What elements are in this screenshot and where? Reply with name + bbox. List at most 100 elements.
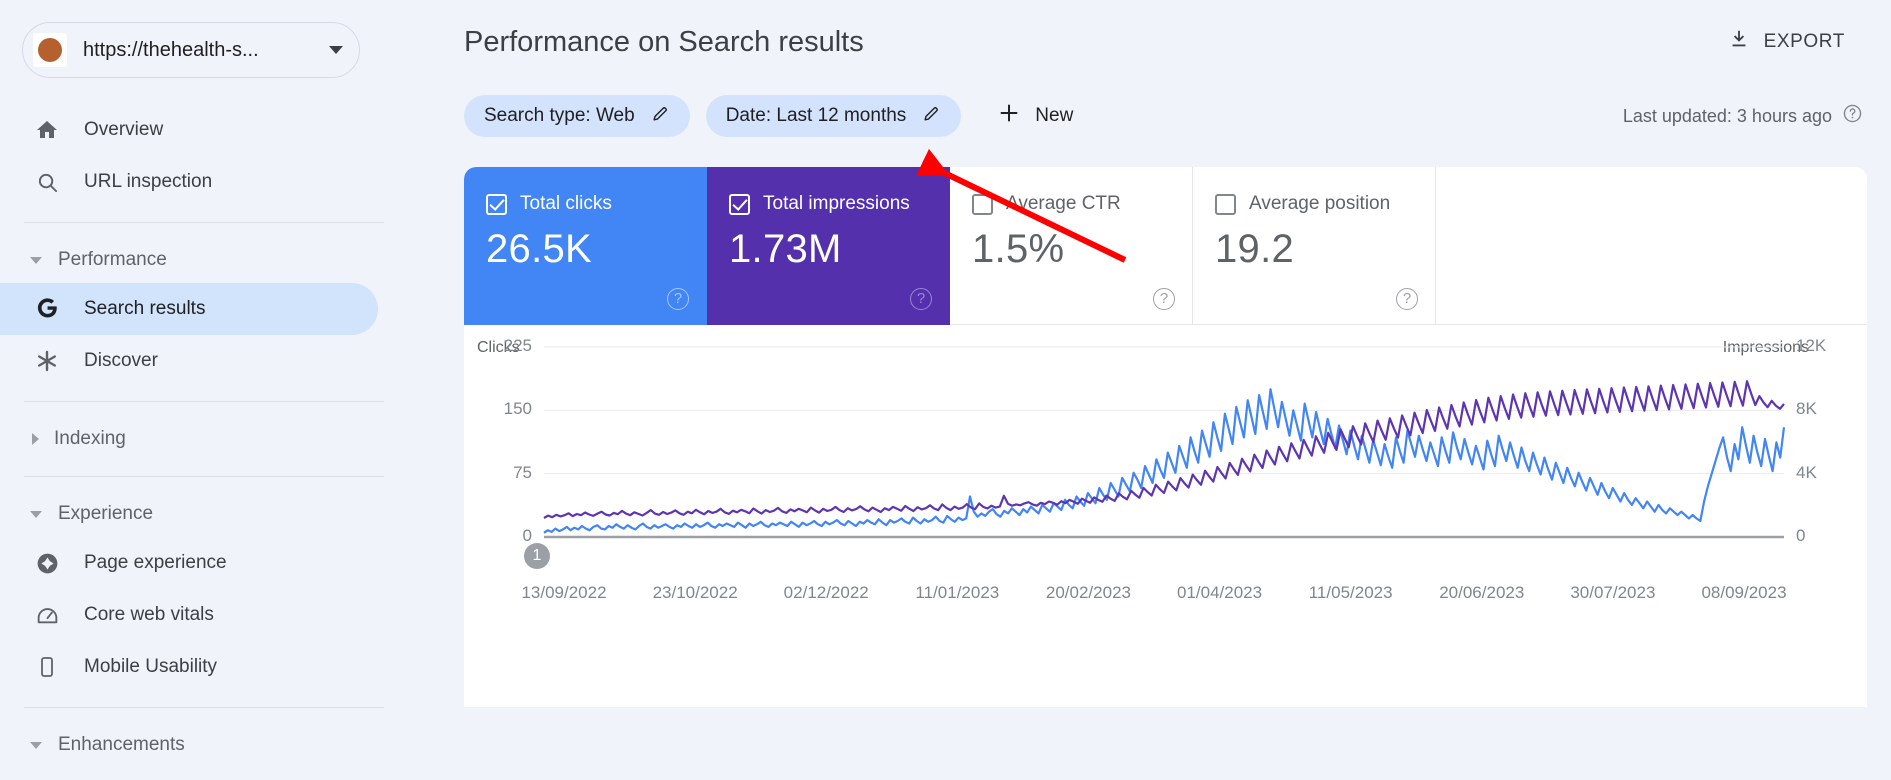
last-updated-label: Last updated: 3 hours ago <box>1622 105 1832 126</box>
page-title: Performance on Search results <box>464 25 864 58</box>
pencil-icon[interactable] <box>651 104 670 129</box>
sidebar-item-page-experience[interactable]: Page experience <box>0 537 440 589</box>
sidebar-item-url-inspection[interactable]: URL inspection <box>0 156 440 208</box>
sidebar-group-indexing[interactable]: Indexing <box>0 416 440 462</box>
metric-card-total-impressions[interactable]: Total impressions 1.73M ? <box>707 167 950 325</box>
sidebar-group-label: Indexing <box>54 428 126 449</box>
metric-value: 1.5% <box>972 227 1065 271</box>
chart-x-tick: 02/12/2022 <box>783 583 869 602</box>
property-url: https://thehealth-s... <box>83 38 259 61</box>
search-console-app: https://thehealth-s... Overview URL insp… <box>0 0 1891 780</box>
sidebar-group-experience[interactable]: Experience <box>0 491 440 537</box>
sidebar-divider <box>24 476 384 477</box>
checkbox-icon[interactable] <box>486 193 507 215</box>
chart-y-tick: 0 <box>522 526 532 545</box>
mobile-phone-icon <box>32 655 62 679</box>
sidebar-divider <box>24 401 384 402</box>
chart-plot-area <box>543 346 1786 539</box>
property-selector[interactable]: https://thehealth-s... <box>22 22 360 78</box>
metric-card-average-ctr[interactable]: Average CTR 1.5% ? <box>950 167 1193 325</box>
plus-icon <box>997 101 1021 131</box>
chart-x-tick: 23/10/2022 <box>652 583 738 602</box>
checkbox-icon[interactable] <box>972 193 993 215</box>
sidebar-item-label: Overview <box>84 119 164 140</box>
chevron-right-icon <box>32 433 39 445</box>
chart-y-tick: 75 <box>513 462 532 482</box>
metric-card-average-position[interactable]: Average position 19.2 ? <box>1193 167 1436 325</box>
sidebar-item-label: Mobile Usability <box>84 656 218 677</box>
chevron-down-icon <box>30 256 42 264</box>
sidebar-item-overview[interactable]: Overview <box>0 104 440 156</box>
checkbox-icon[interactable] <box>1215 193 1236 215</box>
last-updated: Last updated: 3 hours ago <box>1623 103 1863 129</box>
chart-x-tick: 20/06/2023 <box>1439 583 1525 602</box>
sidebar-item-label: Core web vitals <box>84 604 214 625</box>
chevron-down-icon[interactable] <box>329 46 343 54</box>
chart-y-tick: 150 <box>503 399 532 419</box>
chart-y2-tick: 4K <box>1796 462 1817 482</box>
chart-y2-tick: 0 <box>1796 526 1806 545</box>
question-mark-icon[interactable] <box>1842 103 1863 129</box>
home-icon <box>32 118 62 142</box>
add-filter-button[interactable]: New <box>983 95 1087 137</box>
chart-y-tick: 225 <box>503 336 532 355</box>
question-mark-icon[interactable]: ? <box>910 288 932 310</box>
sidebar-group-enhancements[interactable]: Enhancements <box>0 722 440 768</box>
sidebar-item-label: Page experience <box>84 552 227 573</box>
sidebar-item-mobile-usability[interactable]: Mobile Usability <box>0 641 440 693</box>
performance-chart: Clicks Impressions 0 75 150 225 0 4K 8K 12K 13… <box>464 325 1867 707</box>
sidebar-item-label: URL inspection <box>84 171 213 192</box>
chart-x-tick: 20/02/2023 <box>1045 583 1131 602</box>
metric-label: Average CTR <box>1006 193 1121 214</box>
pencil-icon[interactable] <box>922 104 941 129</box>
chart-x-tick: 01/04/2023 <box>1177 583 1263 602</box>
property-favicon-icon <box>33 33 67 67</box>
filter-bar: Search type: Web Date: Last 12 months Ne… <box>440 84 1891 148</box>
sidebar-item-search-results[interactable]: Search results <box>0 283 378 335</box>
chart-x-tick: 08/09/2023 <box>1701 583 1787 602</box>
chevron-down-icon <box>30 510 42 518</box>
checkbox-icon[interactable] <box>729 193 750 215</box>
question-mark-icon[interactable]: ? <box>667 288 689 310</box>
export-button[interactable]: EXPORT <box>1722 20 1851 64</box>
filter-chip-date[interactable]: Date: Last 12 months <box>705 95 962 137</box>
sidebar-item-core-web-vitals[interactable]: Core web vitals <box>0 589 440 641</box>
search-icon <box>32 171 62 194</box>
export-label: EXPORT <box>1763 31 1845 52</box>
metric-cards-filler <box>1436 167 1867 325</box>
chart-x-tick: 11/01/2023 <box>915 583 1000 602</box>
question-mark-icon[interactable]: ? <box>1396 288 1418 310</box>
page-experience-icon <box>32 551 62 576</box>
sidebar-group-performance[interactable]: Performance <box>0 237 440 283</box>
question-mark-icon[interactable]: ? <box>1153 288 1175 310</box>
metric-value: 19.2 <box>1215 227 1295 271</box>
sidebar-divider <box>24 222 384 223</box>
sidebar-nav: Overview URL inspection Performance Sear… <box>0 104 440 768</box>
google-g-icon <box>32 296 62 322</box>
filter-chip-search-type[interactable]: Search type: Web <box>464 95 690 137</box>
sidebar-group-label: Performance <box>58 249 167 270</box>
add-filter-label: New <box>1035 105 1074 126</box>
metric-label: Total clicks <box>520 193 612 214</box>
page-header: Performance on Search results EXPORT <box>440 0 1891 84</box>
sidebar-divider <box>24 707 384 708</box>
chart-y2-tick: 8K <box>1796 399 1817 419</box>
sidebar-group-label: Experience <box>58 503 154 524</box>
speedometer-icon <box>32 603 62 628</box>
sidebar-item-discover[interactable]: Discover <box>0 335 440 387</box>
sidebar-group-label: Enhancements <box>58 734 185 755</box>
sidebar-item-label: Search results <box>84 298 206 319</box>
chart-x-tick: 11/05/2023 <box>1308 583 1393 602</box>
performance-panel: Total clicks 26.5K ? Total impressions 1… <box>464 167 1867 707</box>
metric-label: Total impressions <box>763 193 910 214</box>
metric-value: 26.5K <box>486 227 593 271</box>
metric-cards: Total clicks 26.5K ? Total impressions 1… <box>464 167 1867 325</box>
chart-x-tick: 30/07/2023 <box>1570 583 1656 602</box>
chevron-down-icon <box>30 741 42 749</box>
metric-value: 1.73M <box>729 227 842 271</box>
sidebar: https://thehealth-s... Overview URL insp… <box>0 0 440 780</box>
asterisk-icon <box>32 349 62 373</box>
chart-x-tick: 13/09/2022 <box>521 583 607 602</box>
chart-annotation-marker[interactable]: 1 <box>524 543 550 569</box>
metric-card-total-clicks[interactable]: Total clicks 26.5K ? <box>464 167 707 325</box>
